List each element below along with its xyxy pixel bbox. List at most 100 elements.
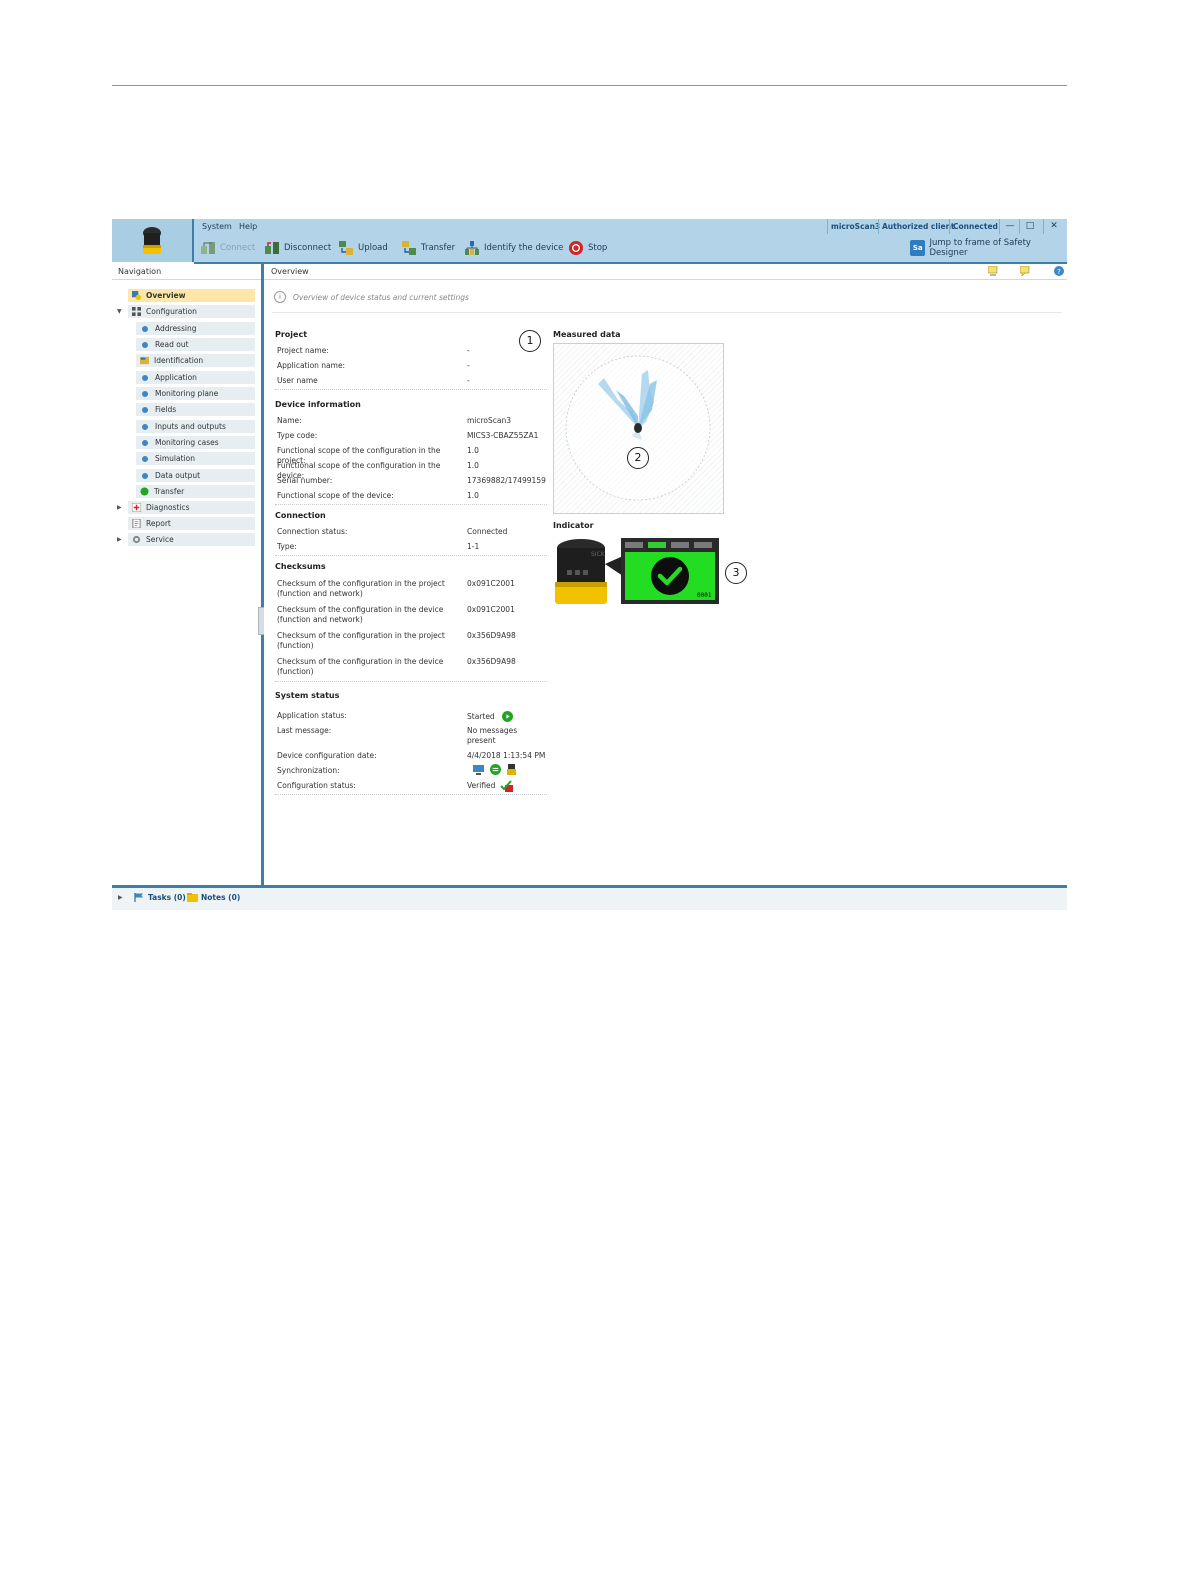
- comment-icon[interactable]: [1020, 266, 1030, 276]
- tasks-label: Tasks (0): [148, 893, 186, 902]
- device-info-section-title: Device information: [275, 400, 361, 409]
- scope-device-value: 1.0: [467, 491, 479, 500]
- application-status-label: Application status:: [277, 711, 347, 720]
- diagnostics-expand-icon[interactable]: ▶: [117, 504, 122, 511]
- nav-item-label: Identification: [154, 356, 204, 365]
- tasks-button[interactable]: Tasks (0): [134, 893, 186, 902]
- nav-item-monitoring-cases[interactable]: Monitoring cases: [136, 436, 255, 449]
- identification-icon: [140, 356, 149, 365]
- nav-service[interactable]: Service: [128, 533, 255, 546]
- nav-item-application[interactable]: Application: [136, 371, 255, 384]
- bottom-status-bar: ▶ Tasks (0) Notes (0): [112, 885, 1067, 910]
- nav-configuration[interactable]: Configuration: [128, 305, 255, 318]
- status-dot-icon: [142, 455, 148, 462]
- overview-icon: [132, 291, 141, 300]
- nav-item-simulation[interactable]: Simulation: [136, 452, 255, 465]
- nav-item-identification[interactable]: Identification: [136, 354, 255, 367]
- checksum-device-network-value: 0x091C2001: [467, 605, 515, 614]
- maximize-button[interactable]: □: [1019, 219, 1040, 234]
- nav-item-inputs-and-outputs[interactable]: Inputs and outputs: [136, 420, 255, 433]
- service-expand-icon[interactable]: ▶: [117, 536, 122, 543]
- checksum-project-network-value: 0x091C2001: [467, 579, 515, 588]
- note-icon[interactable]: [988, 266, 998, 276]
- disconnect-button[interactable]: Disconnect: [264, 240, 331, 256]
- project-name-value: -: [467, 346, 470, 355]
- application-status-text: Started: [467, 711, 495, 721]
- connection-status-row-value: Connected: [467, 527, 508, 536]
- device-icon: [507, 764, 516, 775]
- scanner-indicator-graphic: SICK 0001: [555, 538, 719, 604]
- nav-diagnostics[interactable]: Diagnostics: [128, 501, 255, 514]
- nav-item-label: Fields: [155, 405, 177, 414]
- nav-overview[interactable]: Overview: [128, 289, 255, 302]
- device-status-label: microScan3: [827, 219, 883, 234]
- nav-report-label: Report: [146, 519, 171, 528]
- scope-project-value: 1.0: [467, 446, 479, 455]
- configuration-status-text: Verified: [467, 781, 496, 790]
- callout-3: 3: [725, 562, 747, 584]
- help-icon[interactable]: ?: [1054, 266, 1064, 276]
- bottom-expand-icon[interactable]: ▶: [118, 894, 123, 901]
- page-top-rule: [112, 85, 1067, 86]
- configuration-expand-icon[interactable]: ▼: [117, 308, 122, 315]
- scanner-logo-icon: [143, 227, 161, 254]
- menu-bar: System Help microScan3 Authorized client…: [194, 219, 1067, 234]
- disconnect-icon: [265, 242, 279, 254]
- menu-system[interactable]: System: [202, 222, 232, 231]
- nav-item-transfer[interactable]: Transfer: [136, 485, 255, 498]
- safety-designer-icon: Sa: [910, 240, 926, 256]
- nav-item-addressing[interactable]: Addressing: [136, 322, 255, 335]
- overview-info: i Overview of device status and current …: [274, 291, 469, 303]
- nav-item-label: Inputs and outputs: [155, 422, 226, 431]
- nav-item-read-out[interactable]: Read out: [136, 338, 255, 351]
- section-divider: [275, 389, 547, 391]
- nav-item-fields[interactable]: Fields: [136, 403, 255, 416]
- jump-label: Jump to frame of Safety Designer: [929, 238, 1031, 258]
- transfer-button[interactable]: Transfer: [401, 240, 455, 256]
- section-divider: [275, 794, 547, 796]
- notes-button[interactable]: Notes (0): [187, 893, 240, 902]
- status-dot-icon: [142, 325, 148, 332]
- jump-to-safety-designer-button[interactable]: Sa Jump to frame of Safety Designer: [910, 238, 1067, 258]
- minimize-button[interactable]: —: [999, 219, 1020, 234]
- computer-icon: [473, 764, 484, 775]
- connect-button[interactable]: Connect: [200, 240, 255, 256]
- nav-item-data-output[interactable]: Data output: [136, 469, 255, 482]
- navigation-title: Navigation: [118, 267, 162, 276]
- checksum-device-function-label: Checksum of the configuration in the dev…: [277, 657, 444, 676]
- user-status-label[interactable]: Authorized client: [878, 219, 958, 234]
- notes-label: Notes (0): [201, 893, 241, 902]
- upload-button[interactable]: Upload: [338, 240, 388, 256]
- measured-data-title: Measured data: [553, 330, 621, 339]
- nav-item-label: Monitoring cases: [155, 438, 219, 447]
- nav-report[interactable]: Report: [128, 517, 255, 530]
- connect-label: Connect: [220, 243, 256, 253]
- sync-equal-icon: [490, 764, 501, 775]
- nav-item-monitoring-plane[interactable]: Monitoring plane: [136, 387, 255, 400]
- nav-item-label: Data output: [155, 471, 201, 480]
- config-date-label: Device configuration date:: [277, 751, 377, 760]
- flag-icon: [134, 893, 143, 902]
- nav-service-label: Service: [146, 535, 174, 544]
- status-dot-icon: [142, 423, 148, 430]
- identify-device-button[interactable]: Identify the device: [464, 240, 563, 256]
- upload-icon: [339, 241, 353, 255]
- close-button[interactable]: ✕: [1043, 219, 1064, 234]
- status-dot-icon: [142, 406, 148, 413]
- transfer-label: Transfer: [421, 243, 456, 253]
- measured-data-view[interactable]: [553, 343, 724, 514]
- configuration-status-label: Configuration status:: [277, 781, 356, 790]
- overview-divider: [264, 279, 1067, 280]
- info-icon: i: [274, 291, 286, 303]
- section-divider: [275, 555, 547, 557]
- nav-item-label: Transfer: [154, 487, 185, 496]
- scope-device-config-value: 1.0: [467, 461, 479, 470]
- callout-1: 1: [519, 330, 541, 352]
- navigation-divider: [112, 279, 261, 280]
- menu-help[interactable]: Help: [239, 222, 257, 231]
- section-divider: [275, 681, 547, 683]
- synchronization-value: [467, 764, 552, 775]
- system-status-section-title: System status: [275, 691, 340, 700]
- stop-button[interactable]: Stop: [568, 240, 607, 256]
- type-code-value: MICS3-CBAZ55ZA1: [467, 431, 539, 440]
